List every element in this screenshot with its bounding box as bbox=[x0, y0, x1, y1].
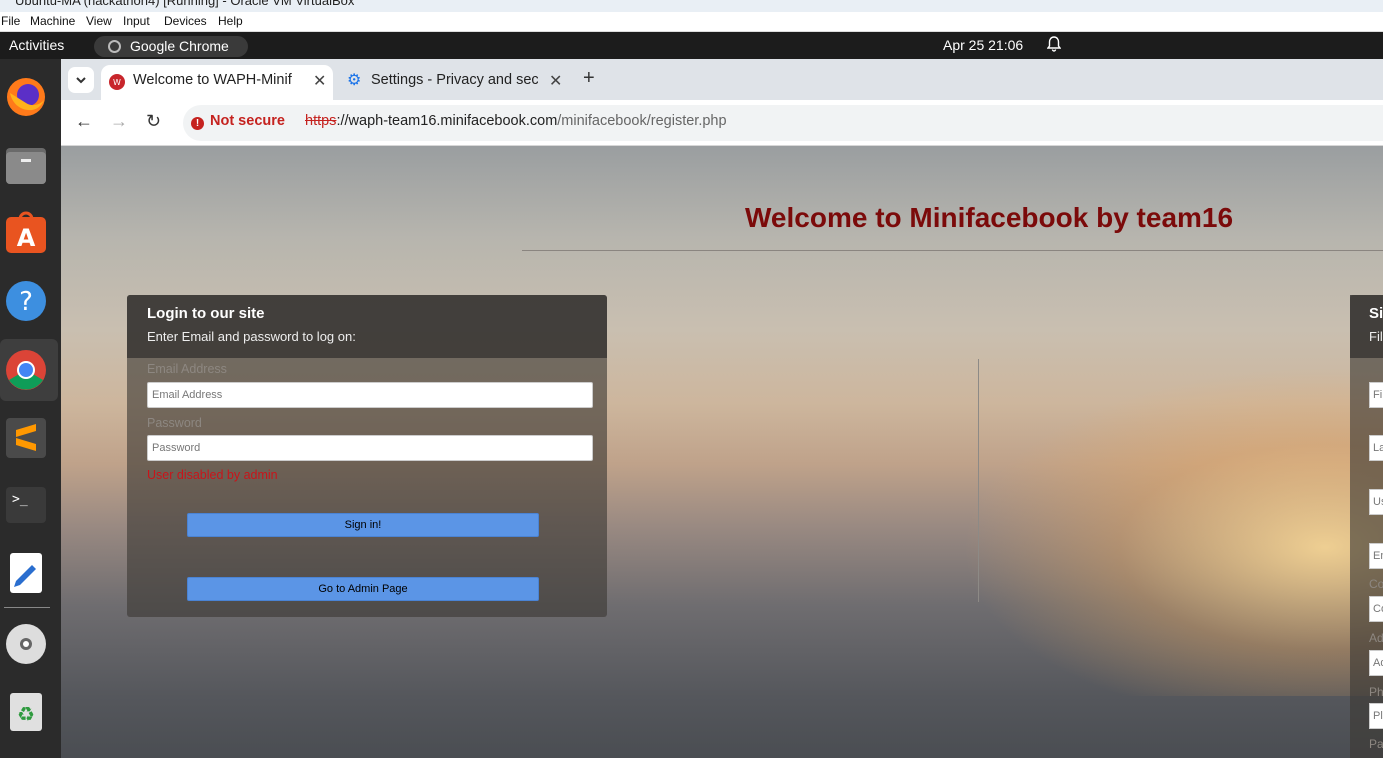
firefox-icon[interactable] bbox=[4, 75, 48, 119]
reload-icon[interactable]: ↻ bbox=[146, 111, 161, 132]
signup-heading: Si bbox=[1369, 305, 1383, 322]
vbox-menu-devices[interactable]: Devices bbox=[164, 14, 207, 28]
chevron-down-icon bbox=[76, 77, 86, 84]
svg-text:>_: >_ bbox=[12, 492, 28, 507]
new-tab-icon[interactable]: + bbox=[583, 67, 595, 90]
svg-text:A: A bbox=[17, 224, 36, 252]
security-label: Not secure bbox=[210, 113, 285, 129]
signup-header: Si Fil bbox=[1350, 295, 1383, 358]
login-panel: Login to our site Enter Email and passwo… bbox=[127, 295, 607, 617]
gnome-top-bar: Activities Google Chrome Apr 25 21:06 bbox=[0, 32, 1383, 59]
email-field[interactable]: Email Address bbox=[147, 382, 593, 408]
signup-field[interactable]: Co bbox=[1369, 596, 1383, 622]
clock[interactable]: Apr 25 21:06 bbox=[943, 37, 1023, 53]
tab-search-button[interactable] bbox=[68, 67, 94, 93]
vbox-title: Ubuntu-MA (hackathon4) [Running] - Oracl… bbox=[15, 0, 355, 8]
admin-page-button[interactable]: Go to Admin Page bbox=[187, 577, 539, 601]
forward-icon[interactable]: → bbox=[110, 111, 128, 132]
signup-field[interactable]: Pl bbox=[1369, 703, 1383, 729]
back-icon[interactable]: ← bbox=[75, 111, 93, 132]
signup-field[interactable]: Fi bbox=[1369, 382, 1383, 408]
vertical-divider bbox=[978, 359, 979, 602]
vbox-menu-bar: File Machine View Input Devices Help bbox=[0, 12, 1383, 32]
gear-icon: ⚙ bbox=[347, 72, 362, 89]
svg-text:?: ? bbox=[19, 287, 33, 317]
page-content: Welcome to Minifacebook by team16 Login … bbox=[61, 146, 1383, 758]
login-header: Login to our site Enter Email and passwo… bbox=[127, 295, 607, 358]
terminal-icon[interactable]: >_ bbox=[4, 483, 48, 527]
dock: A ? >_ ♻ bbox=[0, 59, 61, 758]
close-tab-icon[interactable]: ✕ bbox=[549, 71, 562, 91]
signup-field[interactable]: La bbox=[1369, 435, 1383, 461]
sublime-text-icon[interactable] bbox=[4, 416, 48, 460]
close-tab-icon[interactable]: ✕ bbox=[313, 71, 326, 91]
url-scheme: https bbox=[305, 113, 337, 129]
signup-field[interactable]: Us bbox=[1369, 489, 1383, 515]
signup-label: Ph bbox=[1369, 685, 1383, 699]
page-title: Welcome to Minifacebook by team16 bbox=[745, 202, 1234, 233]
files-icon[interactable] bbox=[4, 143, 48, 187]
signup-field[interactable]: En bbox=[1369, 543, 1383, 569]
sign-in-button[interactable]: Sign in! bbox=[187, 513, 539, 537]
password-label: Password bbox=[147, 416, 202, 430]
tab-minifacebook[interactable]: W Welcome to WAPH-Minif ✕ bbox=[101, 65, 333, 100]
tab-settings[interactable]: ⚙ Settings - Privacy and sec ✕ bbox=[341, 65, 573, 100]
signup-label: Pa bbox=[1369, 737, 1383, 751]
signup-label: Ad bbox=[1369, 631, 1383, 645]
chrome-mini-icon bbox=[108, 40, 121, 53]
password-field[interactable]: Password bbox=[147, 435, 593, 461]
signup-label: Co bbox=[1369, 577, 1383, 591]
signup-panel: Si Fil Fi La Us En Co Co Ad Ad Ph Pl Pa bbox=[1350, 295, 1383, 758]
app-menu-label: Google Chrome bbox=[130, 38, 229, 54]
login-heading: Login to our site bbox=[147, 305, 265, 322]
signup-field[interactable]: Ad bbox=[1369, 650, 1383, 676]
dvd-icon[interactable] bbox=[4, 622, 48, 666]
app-menu[interactable]: Google Chrome bbox=[94, 36, 248, 57]
email-label: Email Address bbox=[147, 362, 227, 376]
text-editor-icon[interactable] bbox=[4, 551, 48, 595]
activities-button[interactable]: Activities bbox=[9, 37, 64, 53]
vbox-menu-help[interactable]: Help bbox=[218, 14, 243, 28]
waph-favicon: W bbox=[109, 74, 125, 90]
tab-strip: W Welcome to WAPH-Minif ✕ ⚙ Settings - P… bbox=[61, 59, 1383, 100]
url-separator: :// bbox=[336, 113, 349, 129]
vbox-menu-machine[interactable]: Machine bbox=[30, 14, 75, 28]
app-center-icon[interactable]: A bbox=[4, 211, 48, 255]
address-bar[interactable]: ! Not secure https://waph-team16.miniface… bbox=[183, 105, 1383, 141]
chrome-icon[interactable] bbox=[4, 348, 48, 392]
login-subheading: Enter Email and password to log on: bbox=[147, 329, 356, 344]
browser-toolbar: ← → ↻ ! Not secure https://waph-team16.mi… bbox=[61, 100, 1383, 146]
vbox-menu-input[interactable]: Input bbox=[123, 14, 150, 28]
login-error: User disabled by admin bbox=[147, 468, 278, 482]
svg-text:W: W bbox=[113, 78, 121, 87]
vbox-title-bar: Ubuntu-MA (hackathon4) [Running] - Oracl… bbox=[0, 0, 1383, 12]
svg-text:♻: ♻ bbox=[17, 702, 35, 726]
help-icon[interactable]: ? bbox=[4, 279, 48, 323]
bell-icon[interactable] bbox=[1047, 36, 1061, 52]
title-divider bbox=[522, 250, 1383, 251]
warning-icon: ! bbox=[191, 117, 204, 130]
sunset-glow bbox=[961, 366, 1383, 696]
security-chip[interactable]: ! Not secure bbox=[191, 113, 285, 130]
trash-icon[interactable]: ♻ bbox=[4, 689, 48, 733]
vbox-menu-file[interactable]: File bbox=[1, 14, 20, 28]
vbox-menu-view[interactable]: View bbox=[86, 14, 112, 28]
url-text[interactable]: https://waph-team16.minifacebook.com/min… bbox=[305, 113, 727, 129]
url-path: /minifacebook/register.php bbox=[557, 113, 727, 129]
tab-label: Settings - Privacy and sec bbox=[371, 72, 538, 88]
tab-label: Welcome to WAPH-Minif bbox=[133, 72, 292, 88]
url-host: waph-team16.minifacebook.com bbox=[348, 113, 558, 129]
dock-separator bbox=[4, 607, 50, 608]
signup-subheading: Fil bbox=[1369, 329, 1383, 344]
browser-window: W Welcome to WAPH-Minif ✕ ⚙ Settings - P… bbox=[61, 59, 1383, 758]
